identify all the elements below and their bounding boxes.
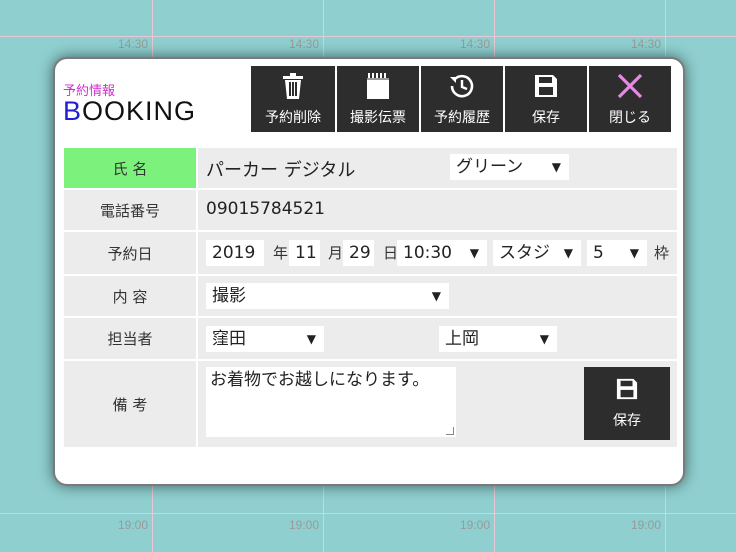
time-label: 14:30 (460, 37, 491, 51)
staff-row: 担当者 窪田 ▼ 上岡 ▼ (64, 318, 677, 361)
plan-select-value: グリーン (456, 157, 524, 177)
chevron-down-icon: ▼ (306, 332, 316, 346)
save-icon (616, 378, 638, 404)
staff-label: 担当者 (64, 318, 198, 359)
day-input[interactable]: 29 (343, 240, 374, 266)
trash-icon (282, 71, 304, 101)
time-label: 14:30 (289, 37, 320, 51)
plan-select[interactable]: グリーン ▼ (450, 154, 569, 180)
notes-label: 備 考 (64, 361, 198, 447)
toolbar: 予約削除 撮影伝票 予約履歴 保存 閉じる (251, 66, 671, 132)
dialog-title: BOOKING (63, 96, 196, 127)
time-label: 19:00 (289, 518, 320, 532)
phone-label: 電話番号 (64, 190, 198, 230)
booking-dialog: 予約情報 BOOKING 予約削除 撮影伝票 予約履歴 保存 閉じる 氏 名 パ… (53, 57, 685, 486)
month-input[interactable]: 11 (289, 240, 320, 266)
chevron-down-icon: ▼ (563, 246, 573, 260)
time-select-value: 10:30 (403, 243, 452, 263)
save-button[interactable]: 保存 (503, 66, 587, 132)
staff-primary-value: 窪田 (212, 329, 246, 349)
staff-select-primary[interactable]: 窪田 ▼ (206, 326, 324, 352)
toolbar-label: 撮影伝票 (350, 110, 406, 126)
year-unit: 年 (273, 244, 289, 262)
toolbar-label: 予約履歴 (434, 110, 490, 126)
phone-row: 電話番号 09015784521 (64, 190, 677, 232)
chevron-down-icon: ▼ (551, 160, 561, 174)
name-value-cell: パーカー デジタル グリーン ▼ (198, 148, 677, 188)
staff-select-secondary[interactable]: 上岡 ▼ (439, 326, 557, 352)
content-value-cell: 撮影 ▼ (198, 276, 677, 316)
year-input[interactable]: 2019 (206, 240, 264, 266)
staff-secondary-value: 上岡 (445, 329, 479, 349)
notes-text: お着物でお越しになります。 (210, 370, 430, 390)
studio-select-value: スタジ (499, 243, 550, 263)
notepad-icon (366, 71, 390, 101)
chevron-down-icon: ▼ (431, 289, 441, 303)
date-label: 予約日 (64, 232, 198, 274)
grid-line (0, 36, 736, 37)
time-label: 14:30 (631, 37, 662, 51)
toolbar-label: 閉じる (609, 110, 651, 126)
phone-value: 09015784521 (206, 199, 325, 219)
time-label: 19:00 (460, 518, 491, 532)
time-label: 14:30 (118, 37, 149, 51)
time-label: 19:00 (118, 518, 149, 532)
notes-save-button[interactable]: 保存 (584, 367, 670, 440)
history-icon (449, 71, 475, 101)
delete-booking-button[interactable]: 予約削除 (251, 66, 335, 132)
month-unit: 月 (328, 244, 344, 262)
staff-value-cell: 窪田 ▼ 上岡 ▼ (198, 318, 677, 359)
title-initial: B (63, 96, 83, 126)
content-select-value: 撮影 (212, 286, 246, 306)
title-rest: OOKING (82, 96, 197, 126)
chevron-down-icon: ▼ (629, 246, 639, 260)
notes-value-cell: お着物でお越しになります。 保存 (198, 361, 677, 447)
day-unit: 日 (383, 244, 399, 262)
date-row: 予約日 2019 年 11 月 29 日 10:30 ▼ スタジ ▼ 5 ▼ 枠 (64, 232, 677, 276)
chevron-down-icon: ▼ (539, 332, 549, 346)
notes-row: 備 考 お着物でお越しになります。 保存 (64, 361, 677, 449)
notes-save-label: 保存 (613, 412, 641, 429)
customer-name: パーカー デジタル (206, 160, 356, 181)
time-label: 19:00 (631, 518, 662, 532)
toolbar-label: 予約削除 (265, 110, 321, 126)
name-row: 氏 名 パーカー デジタル グリーン ▼ (64, 148, 677, 190)
shooting-slip-button[interactable]: 撮影伝票 (335, 66, 419, 132)
content-label: 内 容 (64, 276, 198, 316)
slots-select[interactable]: 5 ▼ (587, 240, 647, 266)
booking-form: 氏 名 パーカー デジタル グリーン ▼ 電話番号 09015784521 予約日… (64, 148, 677, 449)
studio-select[interactable]: スタジ ▼ (493, 240, 581, 266)
phone-value-cell: 09015784521 (198, 190, 677, 230)
notes-textarea[interactable]: お着物でお越しになります。 (206, 367, 456, 437)
grid-line (0, 513, 736, 514)
close-icon (617, 71, 643, 101)
toolbar-label: 保存 (532, 110, 560, 126)
booking-history-button[interactable]: 予約履歴 (419, 66, 503, 132)
resize-handle-icon[interactable] (446, 427, 454, 435)
content-row: 内 容 撮影 ▼ (64, 276, 677, 318)
chevron-down-icon: ▼ (469, 246, 479, 260)
save-icon (534, 71, 558, 101)
date-value-cell: 2019 年 11 月 29 日 10:30 ▼ スタジ ▼ 5 ▼ 枠 (198, 232, 677, 274)
close-button[interactable]: 閉じる (587, 66, 671, 132)
content-select[interactable]: 撮影 ▼ (206, 283, 449, 309)
slot-unit: 枠 (654, 244, 670, 262)
time-select[interactable]: 10:30 ▼ (397, 240, 487, 266)
slots-select-value: 5 (593, 243, 604, 263)
name-label: 氏 名 (64, 148, 198, 188)
